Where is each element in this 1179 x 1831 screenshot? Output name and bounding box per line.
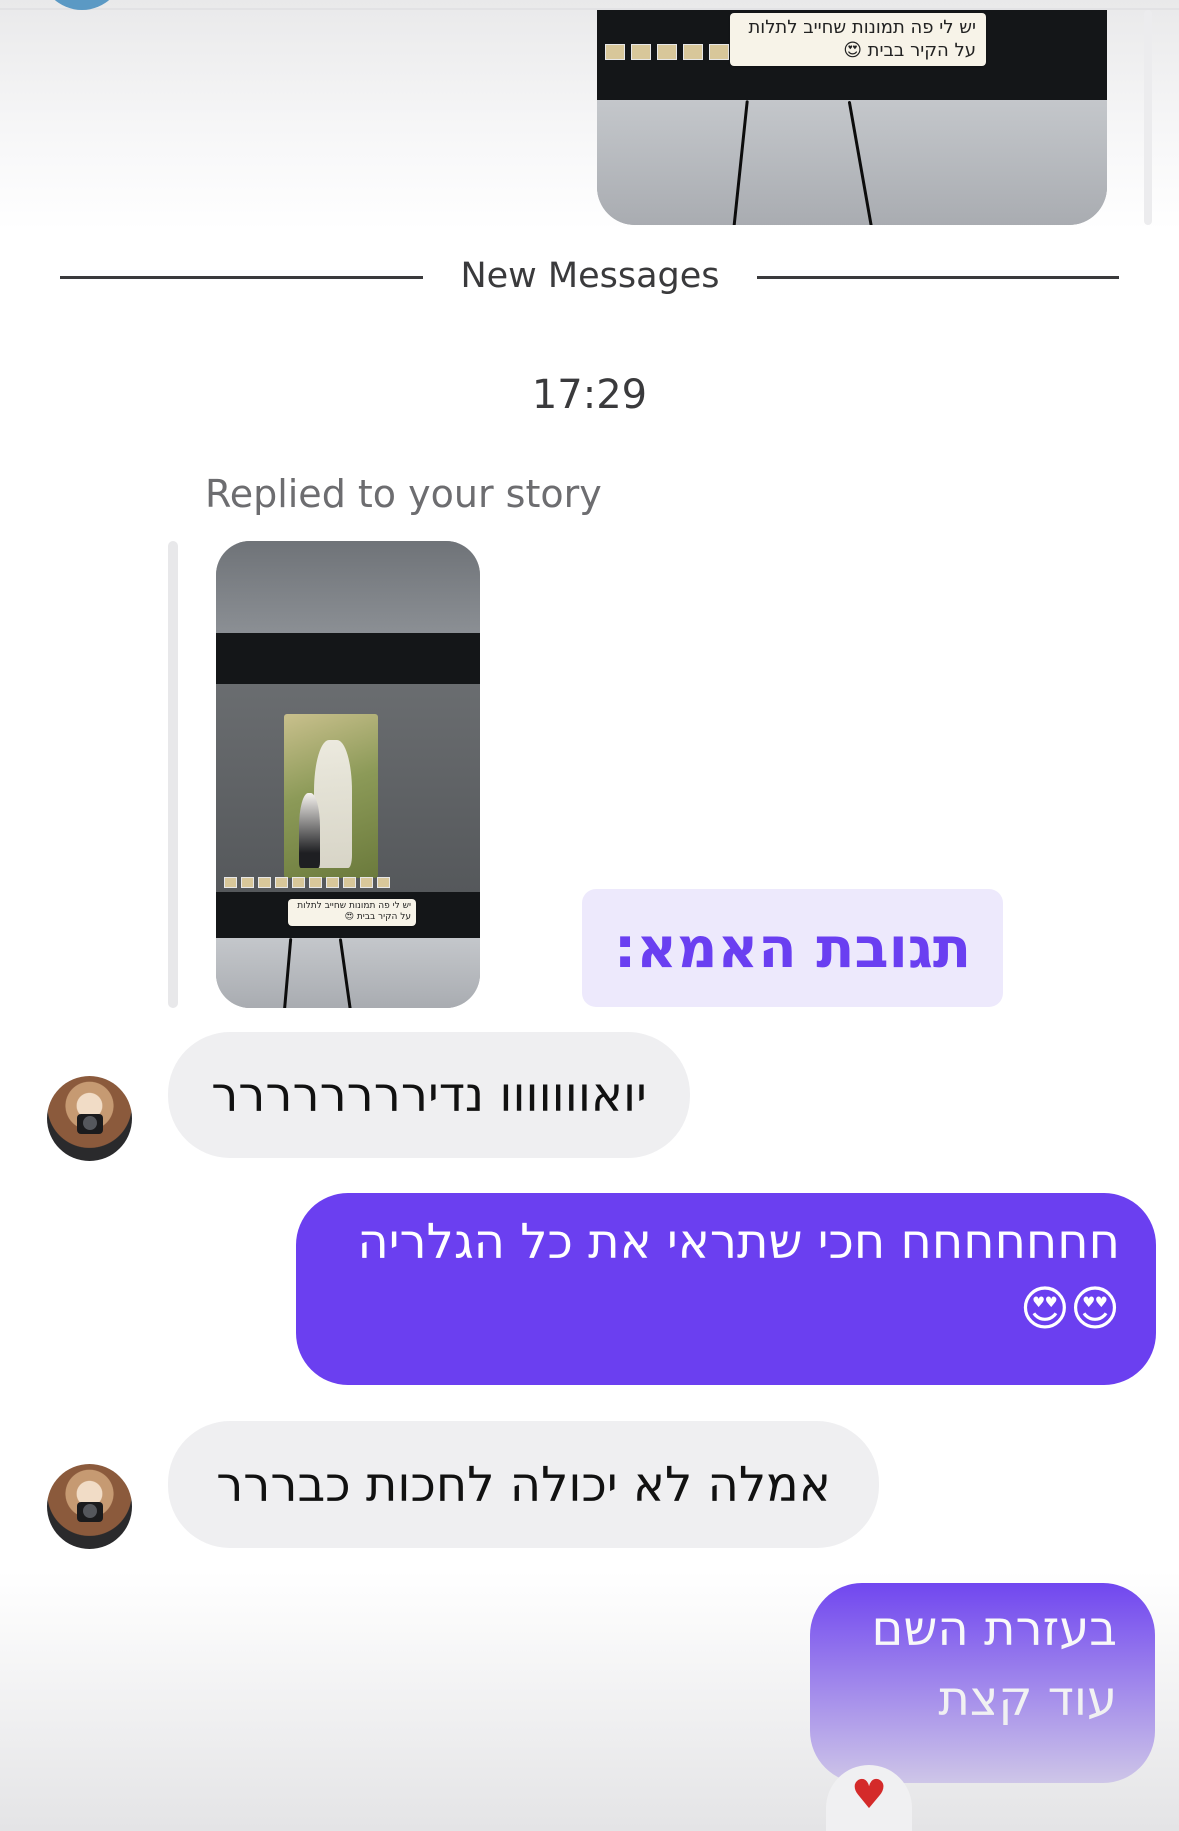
message-text: חחחחחחח חכי שתראי את כל הגלריה xyxy=(357,1214,1120,1270)
incoming-message-bubble[interactable]: יואווווווו נדירררררררר xyxy=(168,1032,690,1158)
story-caption-text: תגובת האמא: xyxy=(613,915,972,981)
story-sticker: יש לי פה תמונות שחייב לתלות על הקיר בבית… xyxy=(288,899,416,926)
message-text: אמלה לא יכולה לחכות כבררר xyxy=(216,1456,831,1513)
thumbnail-strip xyxy=(216,877,480,888)
story-caption-bubble: תגובת האמא: xyxy=(582,889,1003,1007)
sender-avatar[interactable] xyxy=(47,1464,132,1549)
scroll-track[interactable] xyxy=(1144,10,1152,225)
divider-line-right xyxy=(757,276,1119,279)
incoming-message-bubble[interactable]: אמלה לא יכולה לחכות כבררר xyxy=(168,1421,879,1548)
divider-line-left xyxy=(60,276,423,279)
sender-avatar[interactable] xyxy=(47,1076,132,1161)
replied-story-image[interactable]: יש לי פה תמונות שחייב לתלות על הקיר בבית… xyxy=(216,541,480,1008)
wall-image xyxy=(216,541,480,633)
heart-icon: ♥ xyxy=(851,1772,887,1818)
family-photo-image xyxy=(284,714,378,878)
heart-eyes-emoji-icon: 😍😍 xyxy=(1019,1281,1120,1338)
message-timestamp: 17:29 xyxy=(531,372,648,418)
reply-indicator-bar xyxy=(168,541,178,1008)
message-text: יואווווווו נדירררררררר xyxy=(211,1067,647,1123)
replied-to-story-label: Replied to your story xyxy=(205,472,602,516)
outgoing-message-bubble[interactable]: בעזרת השם עוד קצת xyxy=(810,1583,1155,1783)
message-text: בעזרת השם עוד קצת xyxy=(871,1601,1117,1727)
previous-story-image[interactable]: יש לי פה תמונות שחייב לתלות על הקיר בבית… xyxy=(597,10,1107,225)
outgoing-message-bubble[interactable]: חחחחחחח חכי שתראי את כל הגלריה 😍😍 xyxy=(296,1193,1156,1385)
new-messages-label: New Messages xyxy=(460,256,720,296)
story-sticker: יש לי פה תמונות שחייב לתלות על הקיר בבית… xyxy=(730,13,986,66)
